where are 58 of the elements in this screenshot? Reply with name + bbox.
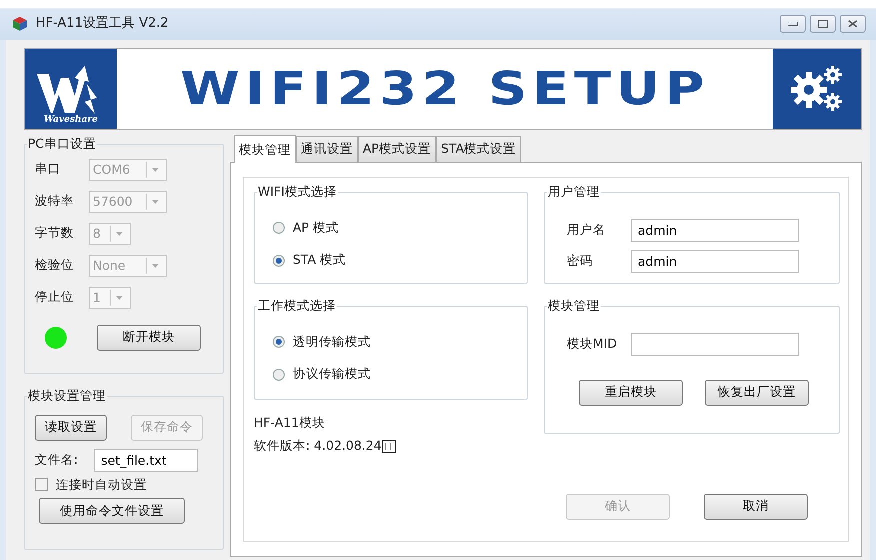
window-title: HF-A11设置工具 V2.2	[36, 15, 169, 34]
radio-button[interactable]	[273, 368, 285, 381]
dropdown-arrow-icon	[116, 296, 123, 300]
field-label: 串口	[35, 160, 62, 178]
file-name-field[interactable]: set_file.txt	[94, 448, 198, 472]
read-settings-button[interactable]: 读取设置	[35, 414, 107, 440]
field-label: 停止位	[35, 288, 75, 306]
dropdown-arrow-icon	[152, 200, 159, 204]
radio-label: 透明传输模式	[293, 332, 371, 350]
logo-text: Waveshare	[44, 116, 98, 125]
module-name: HF-A11模块	[254, 414, 326, 432]
disconnect-button[interactable]: 断开模块	[97, 324, 201, 350]
minimize-button[interactable]	[780, 15, 806, 33]
minimize-icon	[788, 22, 798, 26]
group-title: 工作模式选择	[257, 300, 337, 312]
group-title: PC串口设置	[27, 138, 98, 150]
radio-label: STA 模式	[293, 251, 346, 270]
close-icon	[848, 20, 858, 28]
restart-module-button[interactable]: 重启模块	[579, 380, 683, 406]
module-mid-label: 模块MID	[566, 334, 618, 353]
radio-button[interactable]	[273, 222, 285, 234]
text-field[interactable]: admin	[631, 218, 799, 242]
auto-setup-checkbox[interactable]	[35, 478, 48, 492]
group-title: 模块设置管理	[27, 390, 107, 402]
maximize-icon	[818, 20, 828, 28]
group-title: WIFI模式选择	[257, 186, 338, 198]
gears-icon	[789, 64, 845, 114]
radio-label: AP 模式	[293, 218, 340, 236]
module-mid-field[interactable]	[631, 332, 799, 356]
group-title: 用户管理	[547, 186, 601, 198]
radio-button[interactable]	[273, 254, 285, 267]
radio-label: 协议传输模式	[293, 365, 371, 384]
banner-title: WIFI232 SETUP	[180, 66, 710, 112]
maximize-button[interactable]	[810, 15, 836, 33]
field-label: 检验位	[35, 256, 75, 274]
field-label: 字节数	[35, 224, 75, 242]
dropdown-arrow-icon	[152, 264, 159, 268]
field-label: 用户名	[567, 220, 607, 239]
close-button[interactable]	[840, 15, 866, 33]
apply-file-button[interactable]: 使用命令文件设置	[39, 498, 185, 524]
software-version: 软件版本: 4.02.08.24	[254, 436, 382, 455]
tab[interactable]: 模块管理	[234, 135, 296, 163]
dropdown-arrow-icon	[152, 168, 159, 172]
file-name-label: 文件名:	[35, 450, 78, 469]
tab[interactable]: 通讯设置	[296, 136, 358, 162]
field-label: 波特率	[35, 192, 75, 210]
tab[interactable]: STA模式设置	[436, 136, 522, 162]
field-label: 密码	[567, 252, 594, 270]
app-cube-icon	[12, 16, 28, 32]
text-field[interactable]: admin	[631, 250, 799, 272]
missing-glyph-icon	[382, 440, 396, 453]
dropdown-arrow-icon	[116, 232, 123, 236]
auto-setup-label: 连接时自动设置	[56, 476, 147, 494]
cancel-button[interactable]: 取消	[704, 494, 808, 520]
tab[interactable]: AP模式设置	[358, 136, 436, 162]
group-title: 模块管理	[547, 300, 601, 312]
factory-reset-button[interactable]: 恢复出厂设置	[705, 380, 809, 406]
radio-button[interactable]	[273, 336, 285, 348]
